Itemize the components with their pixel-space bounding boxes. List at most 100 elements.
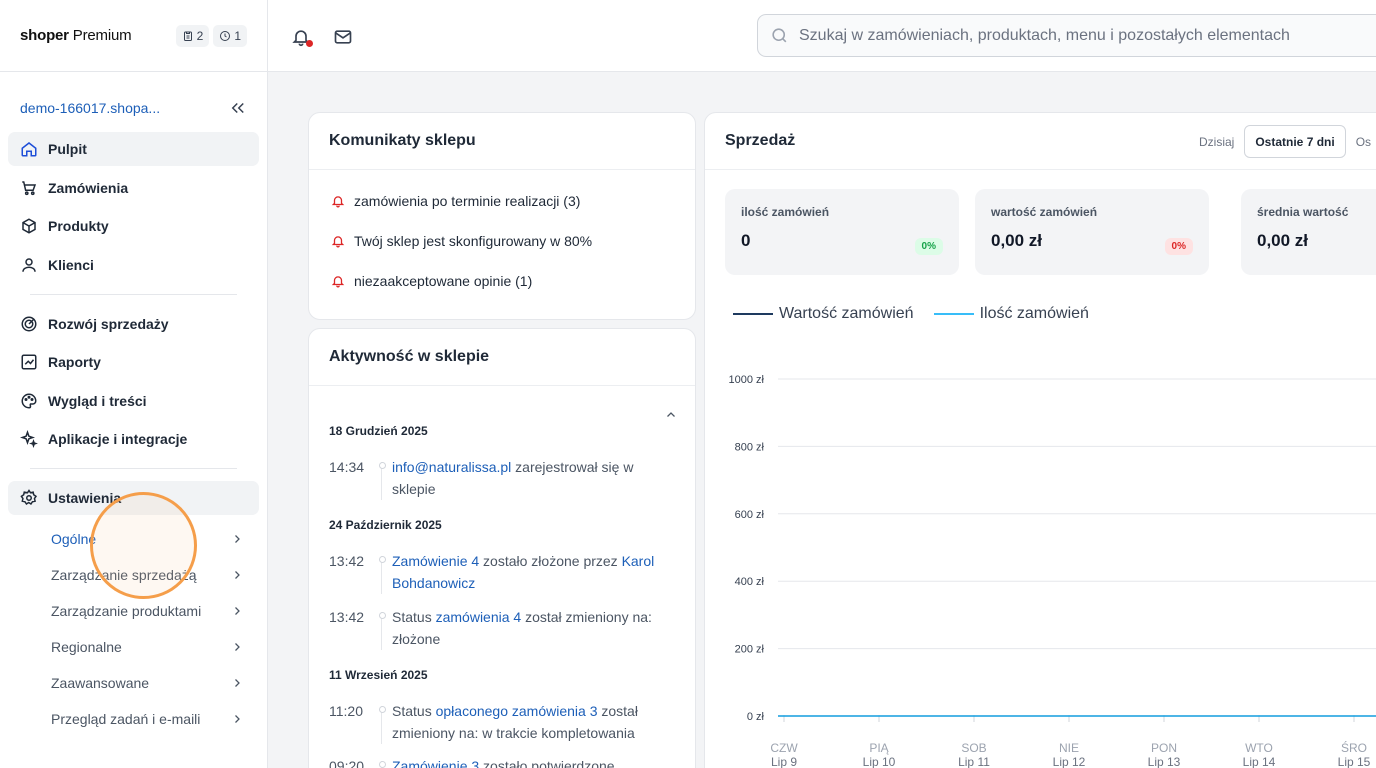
sidebar: shoper Premium 2 1 demo-166017.shopa... …	[0, 0, 268, 768]
range-last-7-days[interactable]: Ostatnie 7 dni	[1244, 125, 1346, 158]
settings-sub-zarzadzanie-sprzedaza[interactable]: Zarządzanie sprzedażą	[0, 557, 267, 593]
chart-legend: Wartość zamówień Ilość zamówień	[733, 305, 1109, 323]
message-item[interactable]: zamówienia po terminie realizacji (3)	[331, 191, 695, 211]
message-item[interactable]: niezaakceptowane opinie (1)	[331, 271, 695, 291]
kpi-order-count: ilość zamówień 0 0%	[725, 189, 959, 275]
activity-date: 11 Wrzesień 2025	[329, 668, 428, 682]
nav-item-ustawienia[interactable]: Ustawienia	[8, 481, 259, 515]
nav-item-raporty[interactable]: Raporty	[8, 345, 259, 379]
user-icon	[22, 257, 36, 272]
x-tick-date: Lip 9	[771, 755, 797, 768]
collapse-sidebar-icon[interactable]	[229, 99, 247, 117]
data-point	[1068, 715, 1070, 717]
range-more[interactable]: Os	[1346, 125, 1376, 158]
global-search[interactable]	[757, 14, 1376, 57]
data-point	[973, 715, 975, 717]
message-item[interactable]: Twój sklep jest skonfigurowany w 80%	[331, 231, 695, 251]
palette-icon	[21, 392, 37, 409]
nav-item-pulpit[interactable]: Pulpit	[8, 132, 259, 166]
chevron-up-icon[interactable]	[665, 409, 677, 421]
y-tick-label: 600 zł	[735, 509, 765, 521]
search-icon	[772, 28, 787, 43]
clipboard-icon	[183, 31, 192, 41]
cart-icon	[22, 180, 37, 195]
activity-entry: 09:20 Zamówienie 3 zostało potwierdzone	[329, 755, 679, 768]
data-point	[1353, 715, 1355, 717]
nav-item-rozwoj-sprzedazy[interactable]: Rozwój sprzedaży	[8, 307, 259, 341]
home-icon	[21, 142, 37, 157]
data-point	[1163, 715, 1165, 717]
nav-item-zamowienia[interactable]: Zamówienia	[8, 171, 259, 205]
store-name-link[interactable]: demo-166017.shopa...	[20, 100, 160, 116]
activity-date: 24 Październik 2025	[329, 518, 442, 532]
history-badge[interactable]: 1	[213, 24, 247, 47]
x-tick-day: PON	[1151, 741, 1177, 755]
shop-messages-card: Komunikaty sklepu zamówienia po terminie…	[308, 112, 696, 320]
order-link[interactable]: Zamówienie 4	[392, 553, 479, 569]
settings-sub-regionalne[interactable]: Regionalne	[0, 629, 267, 665]
activity-date: 18 Grudzień 2025	[329, 424, 428, 438]
nav-item-produkty[interactable]: Produkty	[8, 209, 259, 243]
change-badge: 0%	[914, 238, 943, 255]
kpi-average-value: średnia wartość 0,00 zł	[1241, 189, 1376, 275]
legend-item[interactable]: Wartość zamówień	[733, 305, 914, 323]
order-link[interactable]: zamówienia 4	[436, 609, 522, 625]
settings-sub-ogolne[interactable]: Ogólne	[0, 521, 267, 557]
x-tick-date: Lip 13	[1148, 755, 1181, 768]
x-tick-day: PIĄ	[869, 741, 889, 755]
box-icon	[22, 218, 36, 234]
activity-entry: 13:42 Status zamówienia 4 został zmienio…	[329, 606, 679, 650]
bell-alert-icon	[331, 236, 345, 248]
data-point	[878, 715, 880, 717]
user-link[interactable]: info@naturalissa.pl	[392, 459, 511, 475]
change-badge: 0%	[1164, 238, 1193, 255]
target-icon	[21, 316, 37, 331]
x-tick-date: Lip 10	[863, 755, 896, 768]
settings-sub-zaawansowane[interactable]: Zaawansowane	[0, 665, 267, 701]
search-input[interactable]	[799, 26, 1359, 45]
y-tick-label: 400 zł	[735, 576, 765, 588]
nav-divider	[30, 293, 237, 295]
settings-sub-przeglad-zadan[interactable]: Przegląd zadań i e-maili	[0, 701, 267, 737]
activity-entry: 13:42 Zamówienie 4 zostało złożone przez…	[329, 550, 679, 594]
shop-activity-card: Aktywność w sklepie 18 Grudzień 2025 14:…	[308, 328, 696, 768]
tasks-badge[interactable]: 2	[175, 24, 210, 47]
settings-sub-zarzadzanie-produktami[interactable]: Zarządzanie produktami	[0, 593, 267, 629]
legend-item[interactable]: Ilość zamówień	[933, 305, 1089, 323]
clock-icon	[220, 30, 231, 41]
shoper-logo[interactable]: shoper Premium	[20, 27, 132, 44]
range-selector: Dzisiaj Ostatnie 7 dni Os	[1189, 125, 1376, 158]
y-tick-label: 1000 zł	[729, 374, 765, 386]
activity-entry: 11:20 Status opłaconego zamówienia 3 zos…	[329, 700, 679, 744]
card-title: Aktywność w sklepie	[309, 329, 695, 386]
order-link[interactable]: Zamówienie 3	[392, 758, 479, 768]
chevron-right-icon	[235, 679, 240, 687]
data-point	[783, 715, 785, 717]
nav-item-wyglad-i-tresci[interactable]: Wygląd i treści	[8, 384, 259, 418]
x-tick-day: CZW	[770, 741, 798, 755]
order-link[interactable]: opłaconego zamówienia 3	[436, 703, 598, 719]
card-title: Komunikaty sklepu	[309, 113, 695, 170]
nav-item-aplikacje[interactable]: Aplikacje i integracje	[8, 422, 259, 456]
chevron-right-icon	[235, 643, 240, 651]
mail-icon[interactable]	[333, 27, 353, 47]
bell-alert-icon	[331, 196, 345, 208]
x-tick-date: Lip 14	[1243, 755, 1276, 768]
x-tick-day: SOB	[961, 741, 986, 755]
notification-dot	[306, 40, 313, 47]
sidebar-header: shoper Premium 2 1	[0, 0, 267, 72]
x-tick-date: Lip 15	[1338, 755, 1371, 768]
gear-icon	[20, 489, 38, 506]
bell-alert-icon	[331, 276, 345, 288]
kpi-order-value: wartość zamówień 0,00 zł 0%	[975, 189, 1209, 275]
chevron-right-icon	[235, 535, 240, 543]
range-today[interactable]: Dzisiaj	[1189, 125, 1244, 158]
sparkle-icon	[20, 430, 38, 448]
x-tick-date: Lip 12	[1053, 755, 1086, 768]
nav-item-klienci[interactable]: Klienci	[8, 248, 259, 282]
data-point	[1258, 715, 1260, 717]
activity-entry: 14:34 info@naturalissa.pl zarejestrował …	[329, 456, 679, 500]
chevron-right-icon	[235, 607, 240, 615]
y-tick-label: 0 zł	[747, 711, 765, 723]
y-tick-label: 200 zł	[735, 644, 765, 656]
